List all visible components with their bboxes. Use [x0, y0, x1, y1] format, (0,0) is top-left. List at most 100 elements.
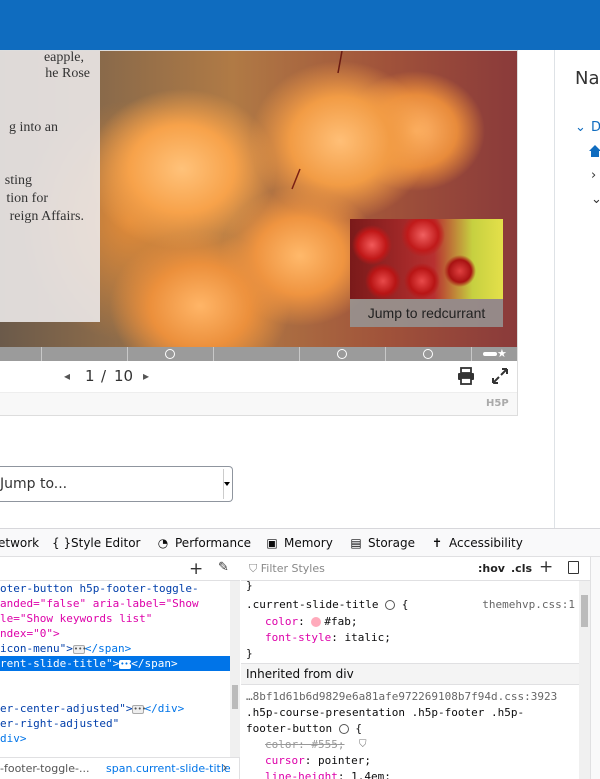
jump-to-select[interactable]: Jump to...	[0, 466, 233, 502]
print-media-icon[interactable]	[568, 561, 579, 574]
progress-summary-icon[interactable]	[483, 352, 497, 356]
rules-scrollbar[interactable]	[579, 581, 590, 779]
tab-accessibility[interactable]: ✝ Accessibility	[430, 529, 523, 557]
markup-text: er-center-adjusted">	[0, 702, 133, 715]
rule-declaration[interactable]: font-style: italic;	[265, 630, 391, 646]
tab-memory[interactable]: ▣ Memory	[265, 529, 333, 557]
scrollbar-thumb[interactable]	[581, 595, 588, 627]
breadcrumb-item-current[interactable]: span.current-slide-title	[106, 758, 231, 779]
star-icon[interactable]: ★	[497, 347, 507, 361]
markup-line-selected[interactable]: rent-slide-title">•••</span>	[0, 656, 230, 671]
markup-text: le="Show keywords list"	[0, 612, 153, 625]
tab-network[interactable]: etwork	[0, 529, 39, 557]
collapsed-node-icon[interactable]: •••	[119, 659, 133, 669]
markup-view[interactable]: oter-button h5p-footer-toggle- anded="fa…	[0, 581, 240, 757]
chevron-right-icon[interactable]: ›	[222, 758, 228, 779]
markup-text: ndex="0">	[0, 627, 60, 640]
gear-icon[interactable]	[338, 724, 349, 734]
filter-icon[interactable]: ⛉	[359, 737, 367, 753]
markup-line[interactable]: ndex="0">	[0, 626, 230, 641]
slide-text-box: eapple, he Rose g into an sting tion for…	[0, 51, 100, 322]
chip-icon: ▣	[266, 536, 278, 550]
progress-bar[interactable]: ★	[0, 347, 517, 361]
tab-performance[interactable]: ◔ Performance	[156, 529, 251, 557]
tab-label: Performance	[175, 536, 252, 550]
rule-close-brace: }	[246, 647, 253, 660]
previous-slide-icon[interactable]: ◂	[64, 369, 70, 383]
current-slide-number: 1	[85, 367, 95, 385]
hover-state-toggle[interactable]: :hov	[478, 562, 505, 575]
tab-label: etwork	[0, 536, 40, 550]
rule-source-link[interactable]: themehvp.css:1	[482, 597, 575, 613]
markup-text: oter-button h5p-footer-toggle-	[0, 582, 199, 595]
markup-line[interactable]: div>	[0, 731, 230, 746]
home-icon[interactable]	[588, 144, 600, 158]
jump-to-redcurrant-button[interactable]: Jump to redcurrant	[350, 299, 503, 327]
chevron-down-icon[interactable]: ⌄	[591, 192, 600, 207]
rule-selector[interactable]: .current-slide-title {	[246, 597, 408, 613]
markup-scrollbar[interactable]	[230, 581, 240, 757]
add-node-icon[interactable]: +	[189, 559, 203, 579]
property-name: cursor	[265, 754, 305, 767]
progress-segment[interactable]	[385, 347, 386, 361]
breadcrumb-item[interactable]: -footer-toggle-...	[0, 758, 89, 779]
jump-to-select-value: Jump to...	[0, 476, 68, 492]
chevron-right-icon[interactable]: ›	[591, 168, 596, 183]
color-swatch-icon[interactable]	[311, 617, 322, 627]
progress-segment[interactable]	[299, 347, 300, 361]
progress-segment[interactable]	[213, 347, 214, 361]
progress-segment[interactable]	[127, 347, 128, 361]
slide-text-line: tion for	[6, 191, 48, 206]
rule-source-link[interactable]: …8bf1d61b6d9829e6a81afe972269108b7f94d.c…	[246, 689, 557, 705]
braces-icon: { }	[52, 536, 72, 550]
progress-circle-icon[interactable]	[165, 349, 175, 359]
filter-styles-input[interactable]: ⛉ Filter Styles	[249, 562, 325, 576]
h5p-footer: H5P	[0, 393, 517, 415]
print-icon[interactable]	[457, 367, 475, 385]
add-rule-icon[interactable]: +	[539, 557, 553, 577]
property-value: #555	[311, 738, 338, 751]
rules-view[interactable]: } .current-slide-title { themehvp.css:1 …	[241, 581, 579, 779]
fullscreen-icon[interactable]	[491, 367, 509, 385]
tab-label: Style Editor	[71, 536, 141, 550]
accessibility-icon: ✝	[431, 536, 443, 550]
rule-declaration[interactable]: color: #fab;	[265, 614, 358, 630]
progress-circle-icon[interactable]	[337, 349, 347, 359]
rule-selector[interactable]: footer-button {	[246, 721, 362, 737]
rule-close-brace: }	[246, 581, 253, 592]
rule-declaration-overridden[interactable]: color: #555;	[265, 737, 345, 753]
class-toggle[interactable]: .cls	[511, 562, 532, 575]
markup-line[interactable]: er-right-adjusted"	[0, 716, 230, 731]
tab-storage[interactable]: ▤ Storage	[349, 529, 415, 557]
selector-text: .current-slide-title	[246, 598, 379, 611]
gauge-icon: ◔	[157, 536, 169, 550]
rule-selector[interactable]: .h5p-course-presentation .h5p-footer .h5…	[246, 705, 524, 721]
next-slide-icon[interactable]: ▸	[143, 369, 149, 383]
chevron-down-icon[interactable]: ⌄	[575, 120, 586, 135]
total-slide-number: 10	[114, 367, 134, 385]
eyedropper-icon[interactable]: ✎	[218, 560, 229, 575]
tab-label: Memory	[284, 536, 333, 550]
markup-line[interactable]: oter-button h5p-footer-toggle-	[0, 581, 230, 596]
progress-segment[interactable]	[471, 347, 472, 361]
layout-sidebar	[590, 557, 600, 779]
progress-circle-icon[interactable]	[423, 349, 433, 359]
markup-line[interactable]: icon-menu">•••</span>	[0, 641, 230, 656]
rule-declaration[interactable]: cursor: pointer;	[265, 753, 371, 769]
drawer-item-label[interactable]: D	[591, 120, 600, 135]
scrollbar-thumb[interactable]	[232, 685, 238, 709]
tab-label: Storage	[368, 536, 415, 550]
top-navbar	[0, 0, 600, 50]
collapsed-node-icon[interactable]: •••	[72, 644, 87, 654]
gear-icon[interactable]	[385, 600, 396, 610]
redcurrant-thumbnail[interactable]	[350, 219, 503, 299]
devtools-panel: etwork { }Style Editor ◔ Performance ▣ Mem…	[0, 528, 600, 779]
collapsed-node-icon[interactable]: •••	[132, 704, 146, 714]
tab-style-editor[interactable]: { }Style Editor	[52, 529, 140, 557]
h5p-logo[interactable]: H5P	[486, 398, 509, 409]
markup-line[interactable]: le="Show keywords list"	[0, 611, 230, 626]
markup-line[interactable]: anded="false" aria-label="Show	[0, 596, 230, 611]
markup-line[interactable]: er-center-adjusted">•••</div>	[0, 701, 230, 716]
progress-segment[interactable]	[41, 347, 42, 361]
inherited-header: Inherited from div	[241, 663, 579, 685]
